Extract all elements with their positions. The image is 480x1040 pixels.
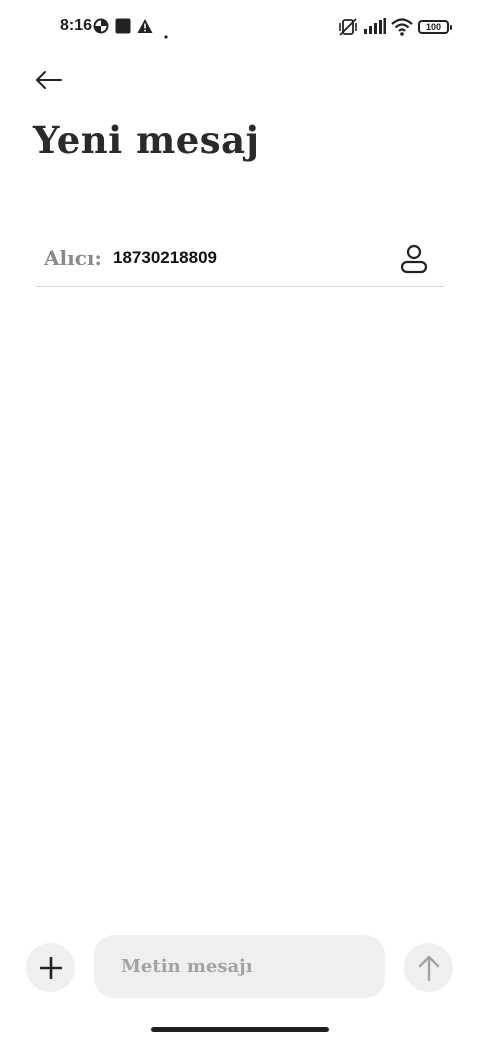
warning-icon [137,18,153,38]
battery-icon: 100 [418,20,452,34]
gesture-nav-handle[interactable] [151,1027,329,1032]
wifi-icon [391,18,413,40]
attach-button[interactable] [26,943,75,992]
back-button[interactable] [30,64,66,96]
vibrate-off-icon [338,18,358,40]
plus-icon [39,956,62,979]
contact-picker-button[interactable] [398,242,430,276]
page-title: Yeni mesaj [33,118,260,162]
square-notification-icon [115,18,131,38]
status-bar: 8:16 100 [0,0,480,56]
status-time: 8:16 [60,17,93,34]
person-icon [400,244,428,274]
send-button[interactable] [404,943,453,992]
data-saver-icon [93,18,109,38]
recipient-label: Alıcı: [44,246,102,270]
recipient-row: Alıcı: 18730218809 [36,236,444,287]
signal-bars-icon [364,18,386,38]
dot-icon [164,24,168,43]
message-input[interactable] [94,935,385,998]
arrow-left-icon [36,71,62,89]
arrow-up-icon [418,955,439,981]
recipient-input[interactable]: 18730218809 [113,248,217,268]
